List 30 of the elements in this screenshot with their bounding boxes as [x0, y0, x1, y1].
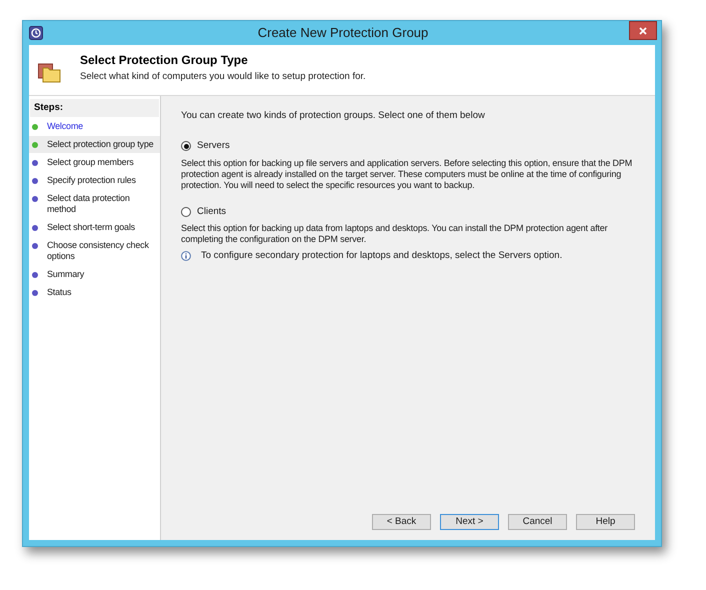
app-icon — [29, 26, 43, 40]
folder-icon — [38, 62, 61, 83]
dialog-button[interactable]: Next > — [440, 514, 499, 530]
step-item[interactable]: Select protection group type — [29, 136, 160, 154]
close-button[interactable] — [629, 21, 657, 40]
radio-button[interactable] — [181, 206, 191, 217]
page-title: Select Protection Group Type — [80, 52, 249, 69]
radio-label[interactable]: Clients — [197, 204, 226, 219]
option-description: Select this option for backing up data from laptops and desktops. You can install the DPM protection agent after completing the configuration on the DPM server. — [181, 222, 608, 245]
dialog-button[interactable]: Cancel — [508, 514, 567, 530]
step-item[interactable]: Select short-term goals — [29, 219, 160, 236]
close-icon — [639, 26, 647, 34]
dialog-button[interactable]: < Back — [372, 514, 431, 530]
dialog-button[interactable]: Help — [576, 514, 635, 530]
step-item[interactable]: Select data protection method — [29, 190, 160, 218]
info-icon — [181, 250, 191, 261]
step-item[interactable]: Welcome — [29, 118, 160, 136]
step-item[interactable]: Select group members — [29, 154, 160, 172]
option-description: Select this option for backing up file servers and application servers. Before selecting this option, ensure that the DPM protection agent is already installed on the target server. These computers must be online at the time of configuring protection. You will need to select the specific resources you want to backup. — [181, 158, 634, 190]
step-item[interactable]: Status — [29, 284, 160, 302]
radio-label[interactable]: Servers — [197, 139, 230, 154]
info-note: To configure secondary protection for laptops and desktops, select the Servers option. — [201, 248, 562, 263]
page-subtitle: Select what kind of computers you would like to setup protection for. — [80, 70, 366, 84]
step-item[interactable]: Summary — [29, 266, 160, 284]
radio-button[interactable] — [181, 141, 191, 152]
step-item[interactable]: Specify protection rules — [29, 172, 160, 190]
window-title: Create New Protection Group — [256, 24, 430, 42]
steps-heading: Steps: — [30, 99, 159, 118]
intro-text: You can create two kinds of protection groups. Select one of them below — [181, 109, 486, 123]
step-item[interactable]: Choose consistency check options — [29, 237, 160, 266]
